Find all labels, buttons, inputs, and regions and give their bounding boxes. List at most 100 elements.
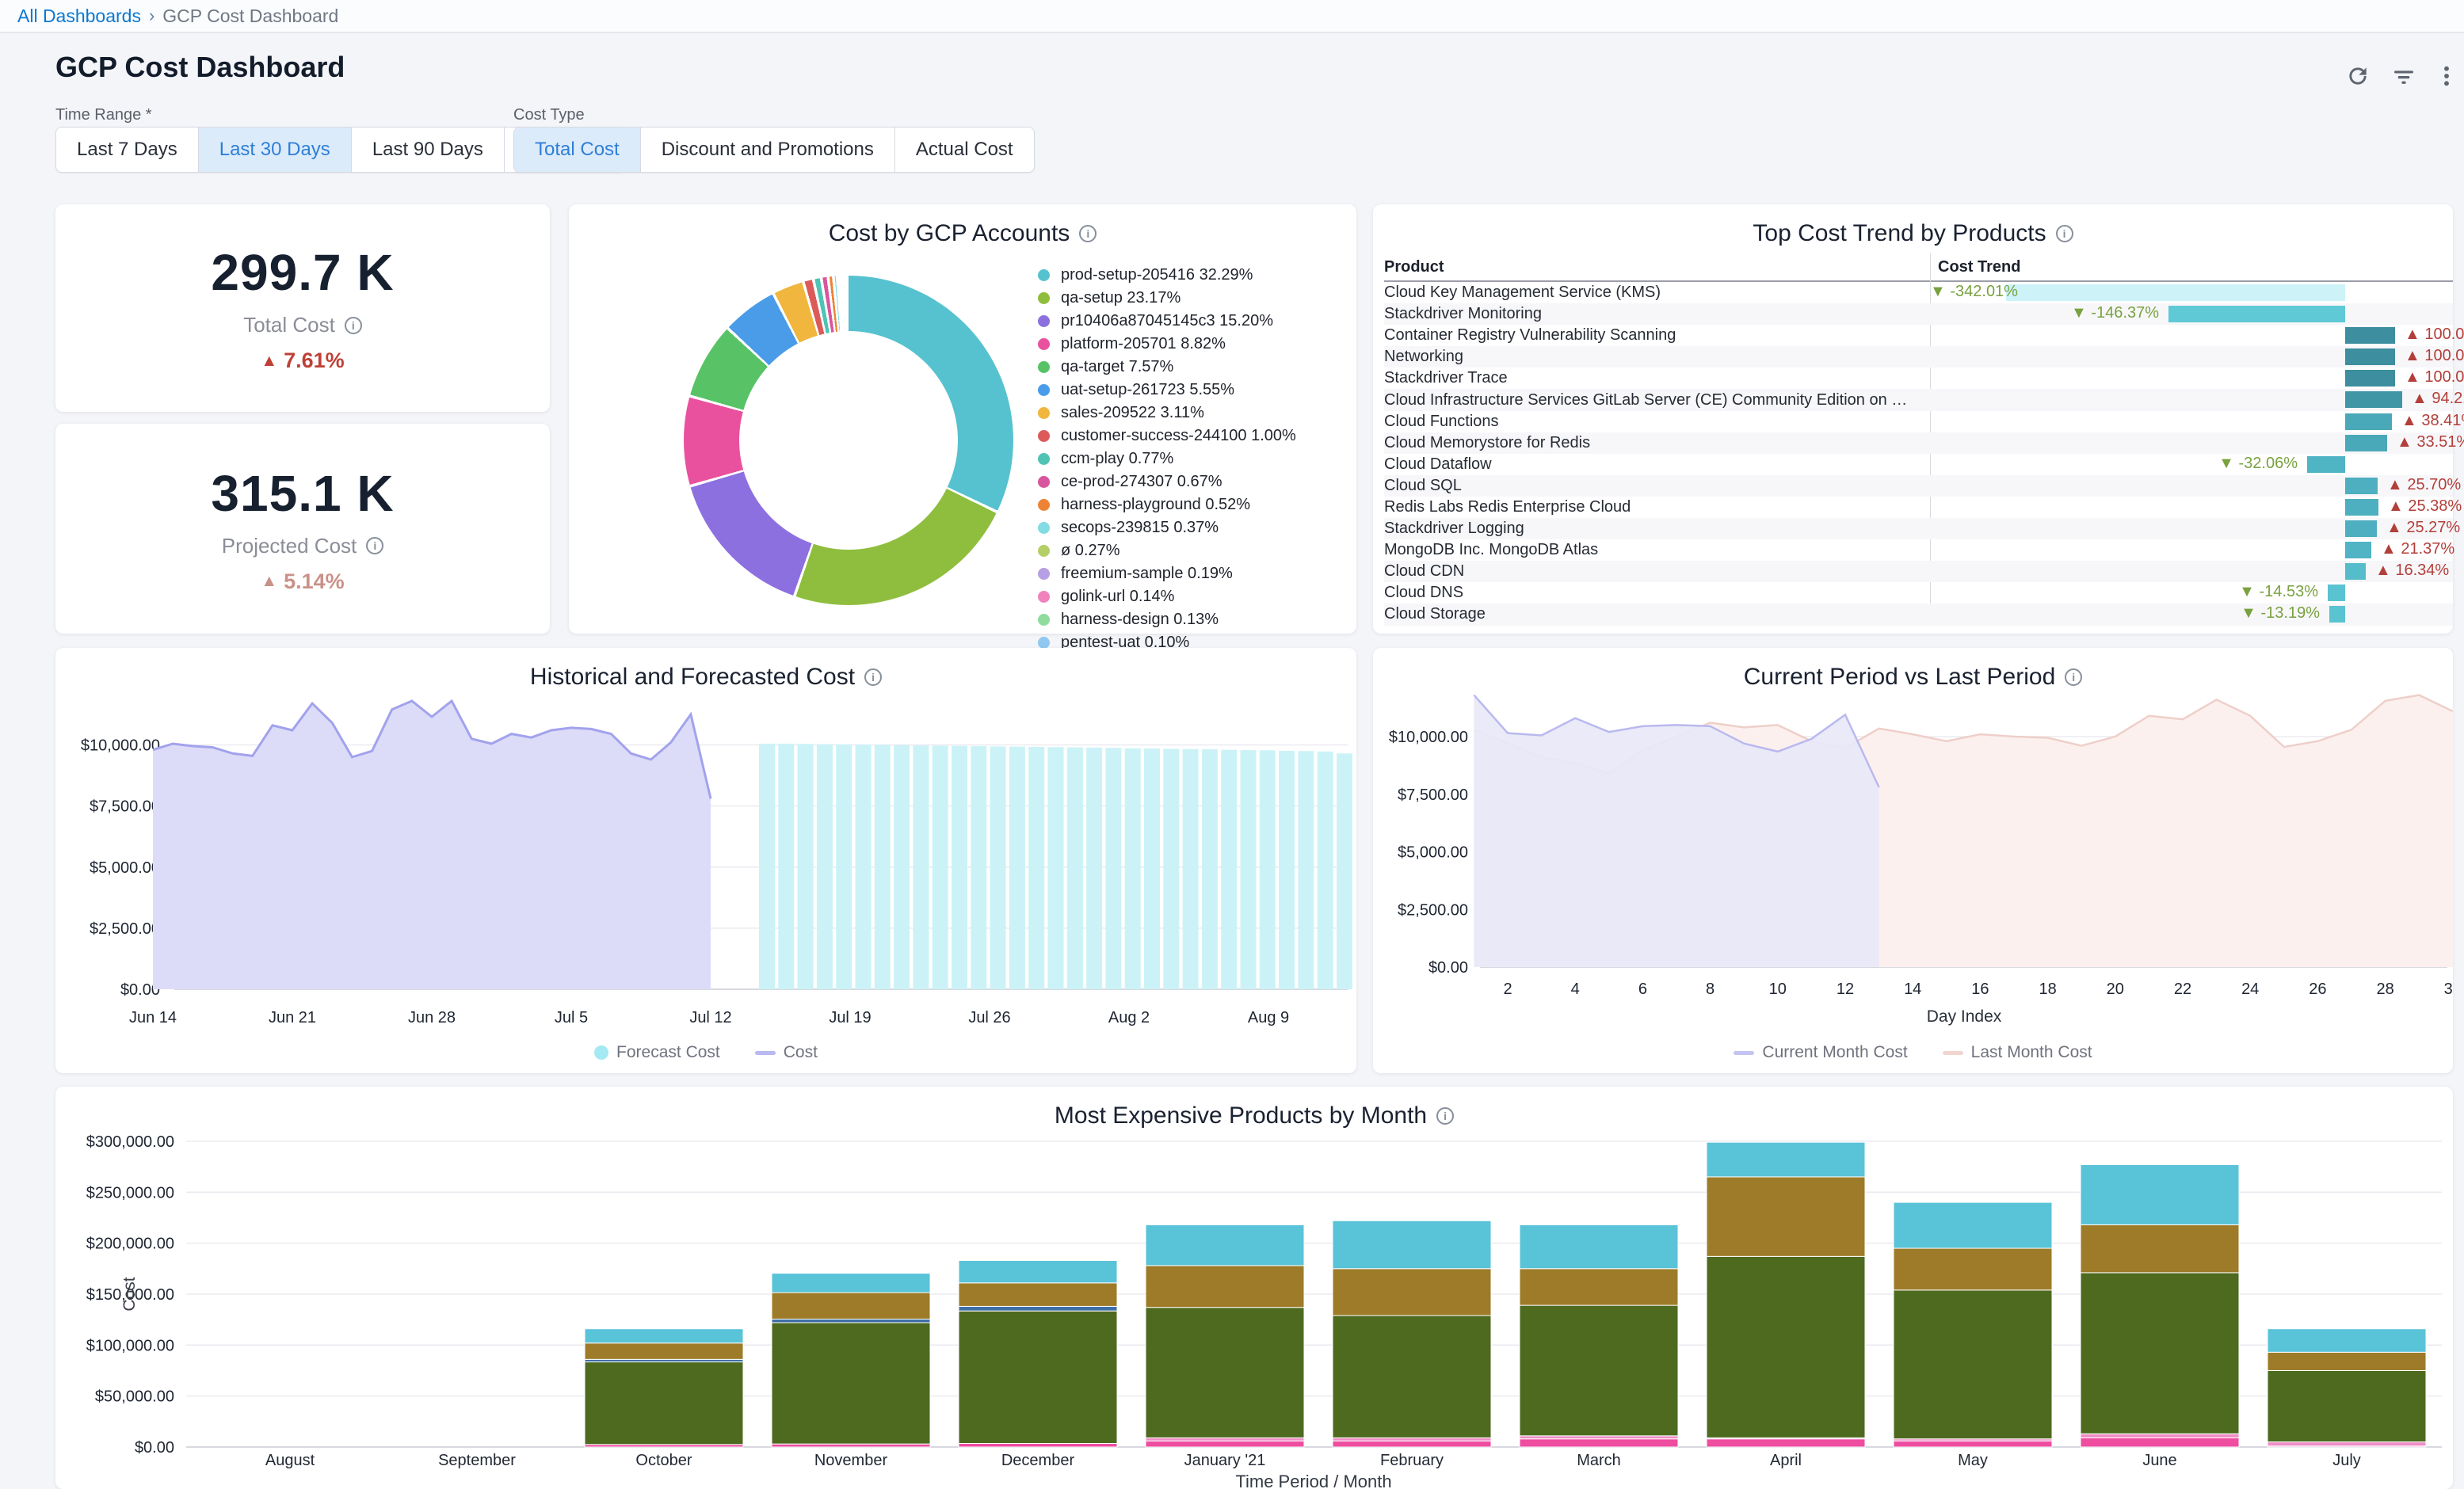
triangle-up-icon: ▲: [261, 352, 277, 371]
product-cell: Stackdriver Trace: [1384, 369, 1930, 387]
trend-value: ▲ 100.00%: [2405, 347, 2464, 365]
historical-chart[interactable]: $0.00$2,500.00$5,000.00$7,500.00$10,000.…: [55, 648, 1356, 1073]
table-row[interactable]: Cloud Functions▲ 38.41%: [1384, 411, 2453, 432]
trend-value: ▲ 94.21%: [2412, 390, 2464, 408]
donut-legend-item[interactable]: ø 0.27%: [1038, 540, 1348, 562]
table-row[interactable]: Cloud CDN▲ 16.34%: [1384, 561, 2453, 582]
trend-table-body: Cloud Key Management Service (KMS)▼ -342…: [1384, 282, 2453, 624]
donut-legend-item[interactable]: harness-design 0.13%: [1038, 609, 1348, 630]
table-row[interactable]: Cloud Storage▼ -13.19%: [1384, 604, 2453, 625]
product-cell: Stackdriver Logging: [1384, 520, 1930, 538]
donut-hole: [739, 331, 958, 550]
filter-icon[interactable]: [2385, 57, 2423, 95]
svg-text:Day Index: Day Index: [1927, 1007, 2002, 1026]
donut-legend-item[interactable]: secops-239815 0.37%: [1038, 517, 1348, 539]
legend-item-forecast-cost[interactable]: Forecast Cost: [594, 1043, 720, 1062]
svg-text:$0.00: $0.00: [1428, 959, 1468, 977]
donut-legend-item[interactable]: ce-prod-274307 0.67%: [1038, 471, 1348, 493]
table-row[interactable]: Networking▲ 100.00%: [1384, 346, 2453, 367]
svg-text:Time Period / Month: Time Period / Month: [1235, 1472, 1391, 1489]
table-row[interactable]: Stackdriver Logging▲ 25.27%: [1384, 518, 2453, 539]
svg-text:12: 12: [1837, 981, 1854, 998]
cost-marker-icon: [755, 1051, 776, 1055]
kebab-menu-icon[interactable]: [2428, 57, 2464, 95]
table-row[interactable]: Stackdriver Trace▲ 100.00%: [1384, 367, 2453, 389]
svg-text:$250,000.00: $250,000.00: [86, 1184, 174, 1201]
cost-trend-cell: ▲ 100.00%: [1930, 346, 2453, 367]
trend-bar: [2006, 284, 2345, 301]
time-range-group-option[interactable]: Last 30 Days: [199, 128, 352, 172]
table-row[interactable]: Cloud Infrastructure Services GitLab Ser…: [1384, 389, 2453, 410]
svg-text:$10,000.00: $10,000.00: [1389, 729, 1468, 746]
time-range-group-option[interactable]: Last 90 Days: [352, 128, 505, 172]
donut-legend-label: qa-setup 23.17%: [1061, 288, 1181, 309]
info-icon[interactable]: i: [345, 317, 362, 334]
table-row[interactable]: Redis Labs Redis Enterprise Cloud▲ 25.38…: [1384, 497, 2453, 518]
table-row[interactable]: Cloud Key Management Service (KMS)▼ -342…: [1384, 282, 2453, 303]
svg-text:2: 2: [1503, 981, 1512, 998]
time-range-group-option[interactable]: Last 7 Days: [56, 128, 199, 172]
donut-chart-title: Cost by GCP Accounts: [829, 220, 1070, 247]
svg-text:Jun 14: Jun 14: [129, 1009, 177, 1026]
info-icon[interactable]: i: [1079, 225, 1097, 242]
legend-dot-icon: [1038, 384, 1050, 396]
donut-legend-label: qa-target 7.57%: [1061, 356, 1173, 378]
compare-chart[interactable]: $0.00$2,500.00$5,000.00$7,500.00$10,000.…: [1373, 648, 2453, 1073]
svg-text:October: October: [635, 1452, 692, 1469]
trend-value: ▲ 21.37%: [2381, 540, 2454, 558]
breadcrumb-current: GCP Cost Dashboard: [162, 6, 338, 27]
trend-bar: [2345, 370, 2395, 387]
svg-text:$0.00: $0.00: [135, 1439, 174, 1457]
donut-legend-label: ce-prod-274307 0.67%: [1061, 471, 1222, 493]
donut-legend-item[interactable]: qa-setup 23.17%: [1038, 288, 1348, 309]
svg-text:August: August: [265, 1452, 315, 1469]
donut-legend-item[interactable]: ccm-play 0.77%: [1038, 448, 1348, 470]
info-icon[interactable]: i: [366, 537, 383, 554]
donut-legend-item[interactable]: harness-playground 0.52%: [1038, 494, 1348, 516]
donut-legend-item[interactable]: golink-url 0.14%: [1038, 586, 1348, 607]
table-row[interactable]: Cloud SQL▲ 25.70%: [1384, 475, 2453, 497]
svg-text:Jul 19: Jul 19: [829, 1009, 871, 1026]
svg-text:$2,500.00: $2,500.00: [1398, 901, 1468, 919]
legend-item-cost[interactable]: Cost: [755, 1043, 818, 1062]
table-row[interactable]: Cloud Dataflow▼ -32.06%: [1384, 454, 2453, 475]
svg-text:May: May: [1958, 1452, 1988, 1469]
table-row[interactable]: MongoDB Inc. MongoDB Atlas▲ 21.37%: [1384, 539, 2453, 561]
donut-legend-item[interactable]: qa-target 7.57%: [1038, 356, 1348, 378]
monthly-stacked-bar-chart[interactable]: $0.00$50,000.00$100,000.00$150,000.00$20…: [55, 1087, 2453, 1489]
legend-item-last-month[interactable]: Last Month Cost: [1943, 1043, 2092, 1062]
cost-type-group-option[interactable]: Actual Cost: [895, 128, 1034, 172]
legend-dot-icon: [1038, 476, 1050, 488]
donut-legend-item[interactable]: uat-setup-261723 5.55%: [1038, 379, 1348, 401]
cost-type-group-option[interactable]: Total Cost: [514, 128, 641, 172]
table-row[interactable]: Stackdriver Monitoring▼ -146.37%: [1384, 303, 2453, 325]
info-icon[interactable]: i: [2056, 225, 2073, 242]
donut-legend-item[interactable]: prod-setup-205416 32.29%: [1038, 265, 1348, 286]
legend-dot-icon: [1038, 614, 1050, 626]
table-row[interactable]: Cloud Memorystore for Redis▲ 33.51%: [1384, 432, 2453, 454]
refresh-icon[interactable]: [2339, 57, 2377, 95]
legend-item-current-month[interactable]: Current Month Cost: [1734, 1043, 1907, 1062]
trend-bar: [2328, 585, 2345, 601]
svg-text:$10,000.00: $10,000.00: [81, 737, 160, 755]
donut-legend-item[interactable]: customer-success-244100 1.00%: [1038, 425, 1348, 447]
donut-legend-item[interactable]: pr10406a87045145c3 15.20%: [1038, 310, 1348, 332]
breadcrumb-separator: ›: [149, 6, 154, 26]
trend-value: ▲ 25.27%: [2386, 519, 2460, 537]
donut-legend-item[interactable]: sales-209522 3.11%: [1038, 402, 1348, 424]
trend-bar: [2329, 606, 2345, 623]
cost-type-group-option[interactable]: Discount and Promotions: [641, 128, 895, 172]
donut-legend-item[interactable]: freemium-sample 0.19%: [1038, 563, 1348, 585]
table-row[interactable]: Cloud DNS▼ -14.53%: [1384, 582, 2453, 604]
breadcrumb-link-all-dashboards[interactable]: All Dashboards: [17, 6, 141, 27]
total-cost-card: 299.7 K Total Cost i ▲ 7.61%: [55, 204, 550, 412]
donut-legend-item[interactable]: platform-205701 8.82%: [1038, 333, 1348, 355]
trend-value: ▲ 25.70%: [2387, 476, 2461, 494]
cost-trend-cell: ▲ 25.27%: [1930, 518, 2453, 539]
product-cell: Cloud SQL: [1384, 477, 1930, 495]
svg-text:Jul 12: Jul 12: [689, 1009, 731, 1026]
svg-text:6: 6: [1638, 981, 1647, 998]
svg-text:December: December: [1001, 1452, 1075, 1469]
projected-cost-label: Projected Cost: [222, 534, 357, 558]
table-row[interactable]: Container Registry Vulnerability Scannin…: [1384, 325, 2453, 346]
